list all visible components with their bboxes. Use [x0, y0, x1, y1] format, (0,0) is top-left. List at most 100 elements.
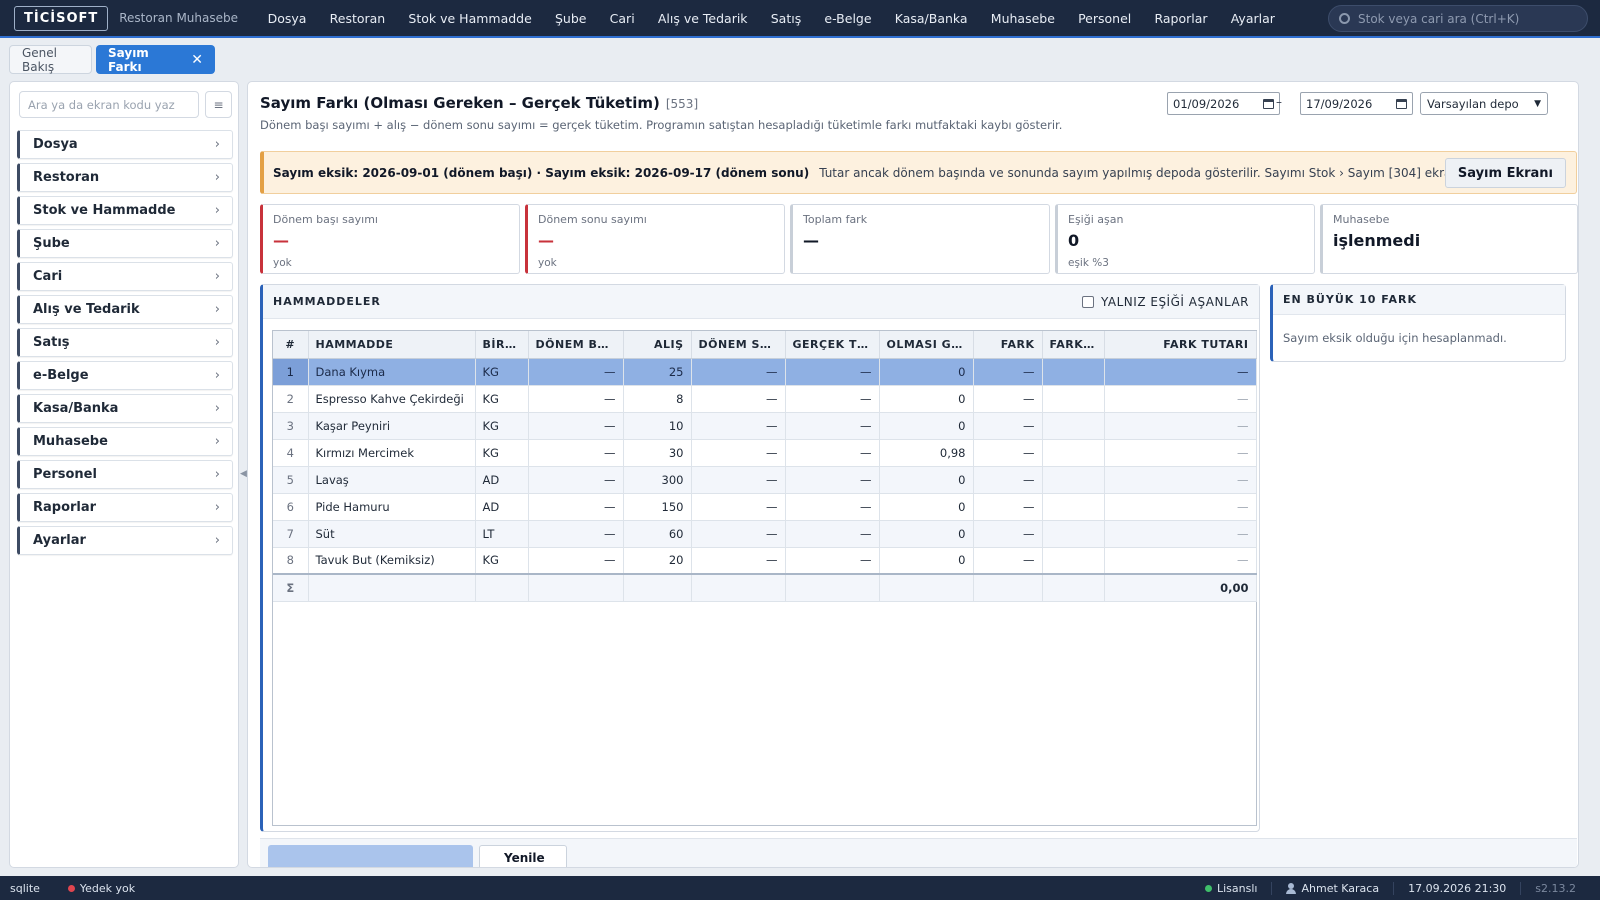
cell-material: Süt	[308, 520, 476, 548]
chevron-right-icon: ›	[214, 368, 220, 383]
global-search[interactable]	[1328, 5, 1588, 32]
status-right: Lisanslı Ahmet Karaca 17.09.2026 21:30 s…	[1191, 876, 1590, 900]
table-row[interactable]: 5 Lavaş AD —300— —0— —	[273, 466, 1257, 494]
checkbox-label[interactable]: YALNIZ EŞİĞİ AŞANLAR	[1101, 295, 1249, 309]
menu-raporlar[interactable]: Raporlar	[1143, 11, 1219, 26]
col-actual-consumption[interactable]: GERÇEK TÜKETİM	[785, 331, 880, 359]
col-diff-amount[interactable]: FARK TUTARI	[1104, 331, 1257, 359]
sidebar-item-kasa-banka[interactable]: Kasa/Banka ›	[17, 394, 233, 423]
checkbox-box[interactable]	[1082, 295, 1095, 308]
chevron-right-icon: ›	[214, 401, 220, 416]
cell-opening: —	[528, 547, 624, 575]
cell-diff-amount: —	[1104, 439, 1257, 467]
cell-expected: 0	[879, 547, 974, 575]
search-icon	[1339, 13, 1350, 24]
table-row[interactable]: 8 Tavuk But (Kemiksiz) KG —20— —0— —	[273, 547, 1257, 575]
chevron-right-icon: ›	[214, 335, 220, 350]
chevron-right-icon: ›	[214, 170, 220, 185]
cell-material: Lavaş	[308, 466, 476, 494]
menu-dosya[interactable]: Dosya	[256, 11, 318, 26]
cell-purchase: 30	[623, 439, 692, 467]
sidebar-item-label: Muhasebe	[33, 434, 108, 449]
sidebar-item-cari[interactable]: Cari ›	[17, 262, 233, 291]
menu-cari[interactable]: Cari	[598, 11, 646, 26]
kpi-label: Muhasebe	[1333, 213, 1390, 226]
table-sum-row: Σ 0,00	[273, 573, 1257, 602]
col-index[interactable]: #	[273, 331, 309, 359]
sidebar-item-label: Ayarlar	[33, 533, 86, 548]
sidebar-item-raporlar[interactable]: Raporlar ›	[17, 493, 233, 522]
cell-diff: —	[973, 439, 1043, 467]
post-to-accounting-button[interactable]	[268, 845, 473, 867]
cell-closing: —	[691, 412, 786, 440]
status-bar: sqlite Yedek yok Lisanslı Ahmet Karaca 1…	[0, 876, 1600, 900]
sidebar-collapse-icon[interactable]: ◀	[240, 469, 247, 479]
sidebar-item-personel[interactable]: Personel ›	[17, 460, 233, 489]
status-dot-icon	[67, 884, 75, 892]
count-screen-button[interactable]: Sayım Ekranı	[1444, 158, 1566, 188]
cell-closing: —	[691, 358, 786, 386]
kpi-card-over-threshold: Eşiği aşan 0 eşik %3	[1055, 204, 1315, 274]
table-row[interactable]: 6 Pide Hamuru AD —150— —0— —	[273, 493, 1257, 521]
depot-select[interactable]: Varsayılan depo ▼	[1420, 92, 1548, 115]
sidebar-search-input[interactable]	[19, 91, 199, 118]
sidebar-item-muhasebe[interactable]: Muhasebe ›	[17, 427, 233, 456]
tab-genel-bakis[interactable]: Genel Bakış	[9, 45, 92, 74]
menu-sube[interactable]: Şube	[543, 11, 598, 26]
menu-restoran[interactable]: Restoran	[318, 11, 397, 26]
sidebar-item-label: Şube	[33, 236, 70, 251]
menu-stok-ve-hammadde[interactable]: Stok ve Hammadde	[397, 11, 544, 26]
col-diff[interactable]: FARK	[973, 331, 1043, 359]
sidebar-item-ayarlar[interactable]: Ayarlar ›	[17, 526, 233, 555]
sidebar-item-satis[interactable]: Satış ›	[17, 328, 233, 357]
chevron-right-icon: ›	[214, 269, 220, 284]
table-row[interactable]: 7 Süt LT —60— —0— —	[273, 520, 1257, 548]
col-purchase[interactable]: ALIŞ	[623, 331, 692, 359]
page-title-text: Sayım Farkı (Olması Gereken – Gerçek Tük…	[260, 94, 660, 112]
sidebar-item-e-belge[interactable]: e-Belge ›	[17, 361, 233, 390]
table-row[interactable]: 1 Dana Kıyma KG —25— —0— —	[273, 358, 1257, 386]
table-row[interactable]: 3 Kaşar Peyniri KG —10— —0— —	[273, 412, 1257, 440]
sidebar-item-alis-ve-tedarik[interactable]: Alış ve Tedarik ›	[17, 295, 233, 324]
col-diff-percent[interactable]: FARK %	[1042, 331, 1105, 359]
sidebar-item-restoran[interactable]: Restoran ›	[17, 163, 233, 192]
sidebar-item-dosya[interactable]: Dosya ›	[17, 130, 233, 159]
sidebar-item-sube[interactable]: Şube ›	[17, 229, 233, 258]
col-unit[interactable]: BİRİM	[475, 331, 529, 359]
cell-expected: 0	[879, 466, 974, 494]
cell-purchase: 10	[623, 412, 692, 440]
col-expected[interactable]: OLMASI GEREKEN	[879, 331, 974, 359]
close-icon[interactable]: ✕	[191, 52, 203, 68]
calendar-icon[interactable]	[1396, 98, 1407, 109]
calendar-icon[interactable]	[1263, 98, 1274, 109]
menu-muhasebe[interactable]: Muhasebe	[979, 11, 1066, 26]
cell-unit: KG	[475, 439, 529, 467]
user-status[interactable]: Ahmet Karaca	[1271, 881, 1393, 895]
date-from-input[interactable]: 01/09/2026	[1167, 92, 1280, 115]
col-closing[interactable]: DÖNEM SONU	[691, 331, 786, 359]
cell-closing: —	[691, 439, 786, 467]
col-material[interactable]: HAMMADDE	[308, 331, 476, 359]
cell-diff: —	[973, 466, 1043, 494]
over-threshold-only-checkbox[interactable]: YALNIZ EŞİĞİ AŞANLAR	[1082, 295, 1249, 309]
cell-diff-percent	[1042, 358, 1105, 386]
menu-icon[interactable]: ≡	[205, 91, 232, 118]
menu-satis[interactable]: Satış	[759, 11, 813, 26]
tab-sayim-farki[interactable]: Sayım Farkı ✕	[96, 45, 215, 74]
col-opening[interactable]: DÖNEM BAŞI	[528, 331, 624, 359]
sidebar-item-stok-ve-hammadde[interactable]: Stok ve Hammadde ›	[17, 196, 233, 225]
menu-personel[interactable]: Personel	[1067, 11, 1143, 26]
table-row[interactable]: 4 Kırmızı Mercimek KG —30— —0,98— —	[273, 439, 1257, 467]
table-row[interactable]: 2 Espresso Kahve Çekirdeği KG —8— —0— —	[273, 385, 1257, 413]
date-to-input[interactable]: 17/09/2026	[1300, 92, 1413, 115]
cell-purchase: 300	[623, 466, 692, 494]
cell-unit: KG	[475, 547, 529, 575]
cell-index: 4	[273, 439, 309, 467]
menu-alis-ve-tedarik[interactable]: Alış ve Tedarik	[646, 11, 759, 26]
app-logo[interactable]: TİCİSOFT	[14, 5, 109, 31]
menu-ayarlar[interactable]: Ayarlar	[1219, 11, 1286, 26]
menu-e-belge[interactable]: e-Belge	[813, 11, 883, 26]
global-search-input[interactable]	[1358, 11, 1578, 26]
menu-kasa-banka[interactable]: Kasa/Banka	[883, 11, 979, 26]
refresh-button[interactable]: Yenile	[479, 845, 567, 867]
